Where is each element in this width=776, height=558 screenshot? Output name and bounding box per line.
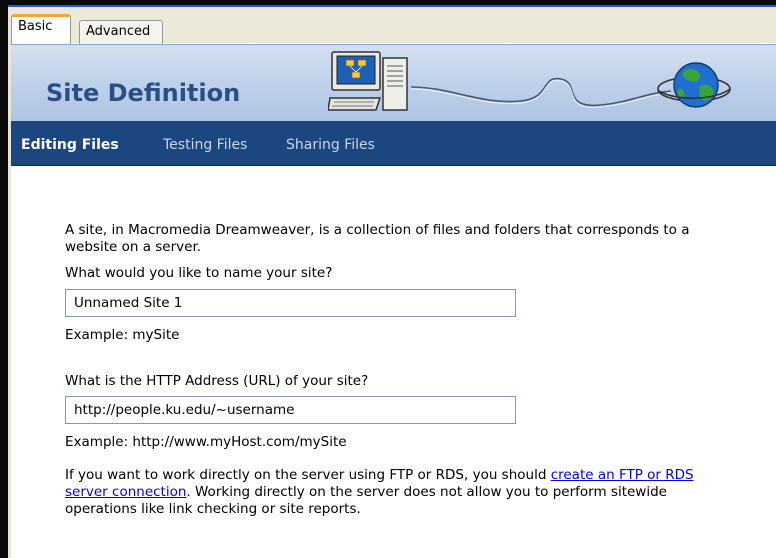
site-name-input[interactable]	[65, 289, 516, 317]
basic-content-panel: A site, in Macromedia Dreamweaver, is a …	[11, 166, 776, 558]
site-name-label: What would you like to name your site?	[65, 265, 333, 281]
site-url-label: What is the HTTP Address (URL) of your s…	[65, 373, 369, 389]
nav-sharing-files[interactable]: Sharing Files	[286, 137, 375, 153]
site-url-example: Example: http://www.myHost.com/mySite	[65, 434, 347, 450]
nav-testing-files[interactable]: Testing Files	[163, 137, 247, 153]
globe-icon	[657, 62, 731, 108]
create-ftp-connection-link-part1[interactable]: create an FTP or RDS	[551, 467, 694, 483]
ftp-note-line3: operations like link checking or site re…	[65, 501, 361, 517]
tab-advanced[interactable]: Advanced	[79, 20, 163, 44]
site-url-input[interactable]	[65, 396, 516, 424]
create-ftp-connection-link-part2[interactable]: server connection	[65, 484, 186, 500]
tab-basic[interactable]: Basic	[11, 14, 71, 44]
ftp-note-line2: server connection. Working directly on t…	[65, 484, 667, 501]
section-nav: Editing Files Testing Files Sharing File…	[11, 121, 776, 166]
nav-editing-files[interactable]: Editing Files	[21, 137, 119, 153]
window-left-border	[0, 0, 8, 558]
ftp-note-line1: If you want to work directly on the serv…	[65, 467, 694, 484]
ftp-note-suffix: . Working directly on the server does no…	[186, 484, 667, 500]
intro-text-line1: A site, in Macromedia Dreamweaver, is a …	[65, 222, 690, 238]
network-wire-graphic	[411, 77, 671, 108]
intro-text-line2: website on a server.	[65, 239, 202, 255]
page-title: Site Definition	[46, 79, 241, 107]
ftp-note-prefix: If you want to work directly on the serv…	[65, 467, 551, 483]
site-definition-header: Site Definition	[11, 44, 776, 122]
computer-icon	[328, 51, 408, 111]
site-name-example: Example: mySite	[65, 327, 180, 343]
